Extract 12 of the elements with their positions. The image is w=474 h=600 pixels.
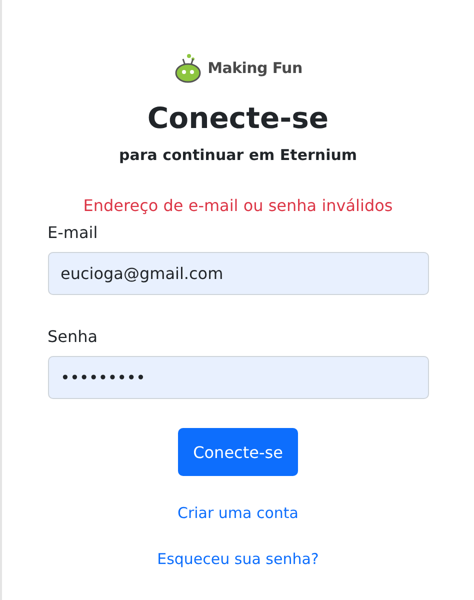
logo-text: Making Fun (208, 59, 302, 77)
error-message: Endereço de e-mail ou senha inválidos (83, 196, 393, 215)
subtitle: para continuar em Eternium (118, 146, 358, 164)
field-label: Senha (48, 327, 99, 346)
input-field[interactable]: eucioga@gmail.com (48, 252, 428, 295)
link[interactable]: Esqueceu sua senha? (157, 550, 319, 568)
link[interactable]: Criar uma conta (177, 504, 299, 522)
robot-logo-icon (174, 53, 202, 83)
submit-button[interactable]: Conecte-se (178, 428, 298, 476)
field-label: E-mail (48, 223, 99, 242)
page-title: Conecte-se (147, 100, 329, 137)
input-field[interactable]: ••••••••• (48, 356, 428, 399)
